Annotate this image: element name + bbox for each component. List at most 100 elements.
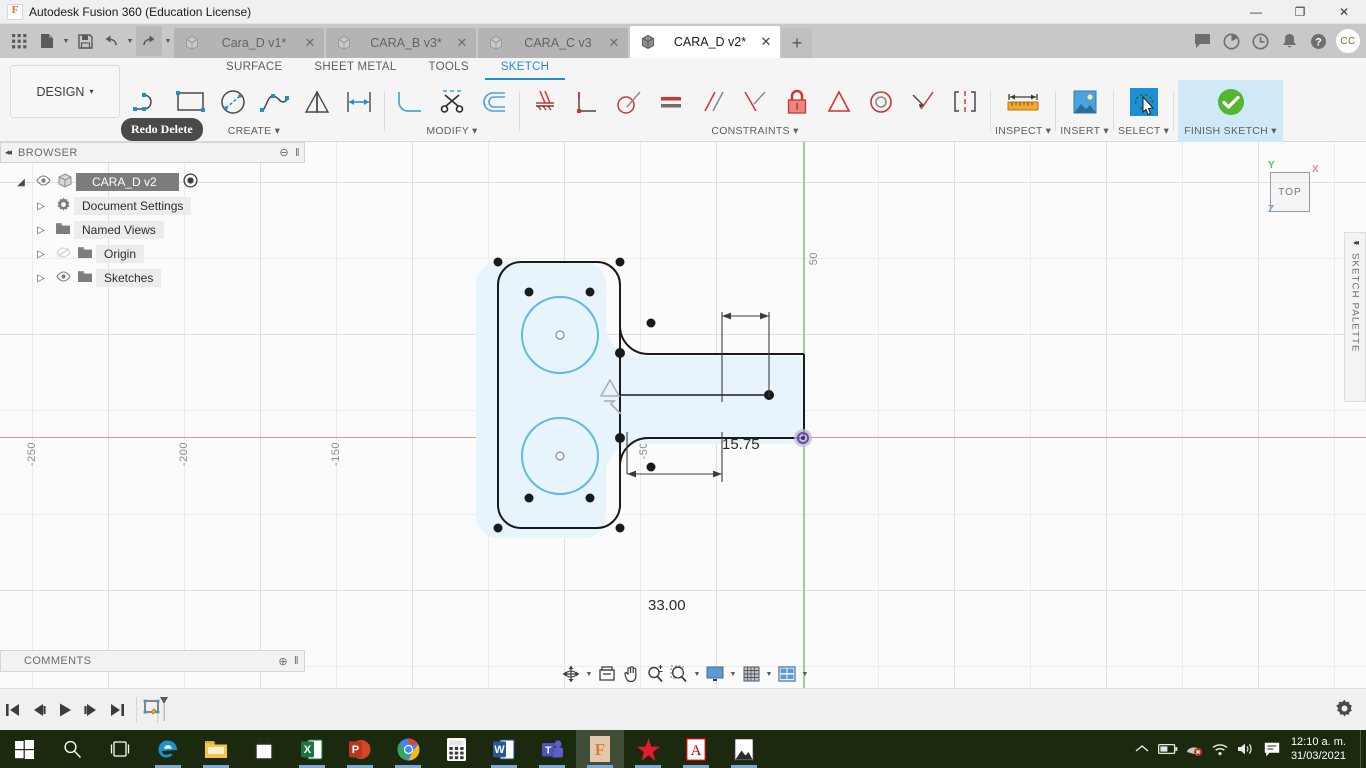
visibility-eye-icon[interactable] — [52, 271, 74, 285]
start-button[interactable] — [0, 730, 48, 768]
select-cursor-icon[interactable] — [1120, 81, 1168, 123]
comments-add-icon[interactable]: ⊕ — [278, 655, 288, 668]
show-hidden-icons-icon[interactable] — [1129, 744, 1155, 754]
expander-icon[interactable]: ▷ — [30, 273, 52, 284]
browser-grip-icon[interactable]: ‖ — [295, 147, 300, 159]
view-cube[interactable]: TOP Y X Z — [1262, 160, 1320, 218]
browser-minus-icon[interactable]: ⊖ — [279, 146, 289, 159]
rectangle-icon[interactable] — [170, 81, 212, 123]
teams-app[interactable]: T — [528, 730, 576, 768]
document-tab-close-icon[interactable]: ✕ — [758, 34, 774, 50]
active-component-radio[interactable] — [183, 173, 198, 191]
browser-item-sketches[interactable]: ▷ Sketches — [0, 266, 305, 290]
length-dimension-label[interactable]: 33.00 — [648, 597, 686, 614]
browser-item-named-views[interactable]: ▷ Named Views — [0, 218, 305, 242]
symmetry-icon[interactable] — [944, 81, 986, 123]
fit-view-icon[interactable] — [596, 662, 618, 686]
coincident-icon[interactable] — [902, 81, 944, 123]
photos-app[interactable] — [720, 730, 768, 768]
taskbar-clock[interactable]: 12:10 a. m. 31/03/2021 — [1285, 735, 1356, 763]
zoom-window-icon[interactable] — [668, 662, 690, 686]
file-explorer-app[interactable] — [192, 730, 240, 768]
orbit-icon[interactable] — [560, 662, 582, 686]
sketch-feature-icon[interactable] — [143, 695, 169, 725]
step-forward-icon[interactable] — [78, 695, 104, 725]
fusion360-app[interactable]: F — [576, 730, 624, 768]
concentric-icon[interactable] — [860, 81, 902, 123]
document-tab-close-icon[interactable]: ✕ — [302, 35, 318, 51]
job-status-icon[interactable] — [1217, 26, 1246, 56]
recent-icon[interactable] — [1246, 26, 1275, 56]
equal-icon[interactable] — [650, 81, 692, 123]
measure-icon[interactable] — [999, 81, 1047, 123]
zoom-window-caret-icon[interactable]: ▼ — [692, 662, 702, 686]
zoom-icon[interactable] — [644, 662, 666, 686]
tangent-icon[interactable] — [608, 81, 650, 123]
play-icon[interactable] — [52, 695, 78, 725]
minimize-button[interactable]: — — [1234, 0, 1278, 24]
workspace-selector[interactable]: DESIGN ▾ — [10, 65, 120, 118]
tab-surface[interactable]: SURFACE — [210, 58, 298, 80]
edge-app[interactable] — [144, 730, 192, 768]
expander-icon[interactable]: ▷ — [30, 225, 52, 236]
grid-snaps-icon[interactable] — [740, 662, 762, 686]
circle-icon[interactable] — [212, 81, 254, 123]
chrome-app[interactable] — [384, 730, 432, 768]
new-tab-button[interactable]: + — [782, 28, 812, 58]
app-grid-icon[interactable] — [4, 26, 34, 56]
expander-icon[interactable]: ◢ — [10, 177, 32, 188]
volume-icon[interactable] — [1233, 742, 1259, 756]
go-to-start-icon[interactable] — [0, 695, 26, 725]
network-error-icon[interactable] — [1181, 742, 1207, 756]
redo-caret-icon[interactable]: ▼ — [162, 26, 174, 56]
search-button[interactable] — [48, 730, 96, 768]
document-tab-close-icon[interactable]: ✕ — [454, 35, 470, 51]
acrobat-app[interactable]: A — [672, 730, 720, 768]
browser-item-origin[interactable]: ▷ Origin — [0, 242, 305, 266]
insert-image-icon[interactable] — [1061, 81, 1109, 123]
task-view-button[interactable] — [96, 730, 144, 768]
comments-grip-icon[interactable]: ‖ — [294, 655, 299, 667]
word-app[interactable]: W — [480, 730, 528, 768]
mirror-icon[interactable] — [296, 81, 338, 123]
finish-sketch-check-icon[interactable] — [1207, 81, 1255, 123]
offset-icon[interactable] — [473, 81, 515, 123]
view-cube-face-top[interactable]: TOP — [1270, 172, 1310, 212]
pan-icon[interactable] — [620, 662, 642, 686]
tab-sheet-metal[interactable]: SHEET METAL — [298, 58, 412, 80]
grid-snaps-caret-icon[interactable]: ▼ — [764, 662, 774, 686]
save-icon[interactable] — [72, 26, 98, 56]
comment-icon[interactable] — [1188, 26, 1217, 56]
visibility-eye-icon[interactable] — [32, 175, 54, 189]
collinear-icon[interactable] — [734, 81, 776, 123]
notification-icon[interactable] — [1275, 26, 1304, 56]
undo-caret-icon[interactable]: ▼ — [124, 26, 136, 56]
document-tab-1[interactable]: Cara_D v1* ✕ — [174, 28, 324, 58]
width-dimension-label[interactable]: 15.75 — [722, 436, 760, 453]
tab-tools[interactable]: TOOLS — [413, 58, 485, 80]
document-tab-2[interactable]: CARA_B v3* ✕ — [326, 28, 476, 58]
visibility-eye-off-icon[interactable] — [52, 247, 74, 261]
line-icon[interactable] — [128, 81, 170, 123]
new-file-icon[interactable] — [34, 26, 60, 56]
midpoint-icon[interactable] — [818, 81, 860, 123]
dimension-icon[interactable] — [338, 81, 380, 123]
user-avatar[interactable]: CC — [1336, 29, 1360, 53]
action-center-icon[interactable] — [1259, 742, 1285, 757]
trim-icon[interactable] — [431, 81, 473, 123]
expander-icon[interactable]: ▷ — [30, 201, 52, 212]
help-icon[interactable]: ? — [1304, 26, 1333, 56]
document-tab-3[interactable]: CARA_C v3 ✕ — [478, 28, 628, 58]
fillet-icon[interactable] — [389, 81, 431, 123]
go-to-end-icon[interactable] — [104, 695, 130, 725]
viewports-caret-icon[interactable]: ▼ — [800, 662, 810, 686]
vegas-app[interactable] — [624, 730, 672, 768]
redo-icon[interactable] — [136, 26, 162, 56]
document-tab-close-icon[interactable]: ✕ — [606, 35, 622, 51]
undo-icon[interactable] — [98, 26, 124, 56]
microsoft-store-app[interactable] — [240, 730, 288, 768]
powerpoint-app[interactable]: P — [336, 730, 384, 768]
parallel-icon[interactable] — [692, 81, 734, 123]
wifi-icon[interactable] — [1207, 742, 1233, 756]
close-button[interactable]: ✕ — [1322, 0, 1366, 24]
